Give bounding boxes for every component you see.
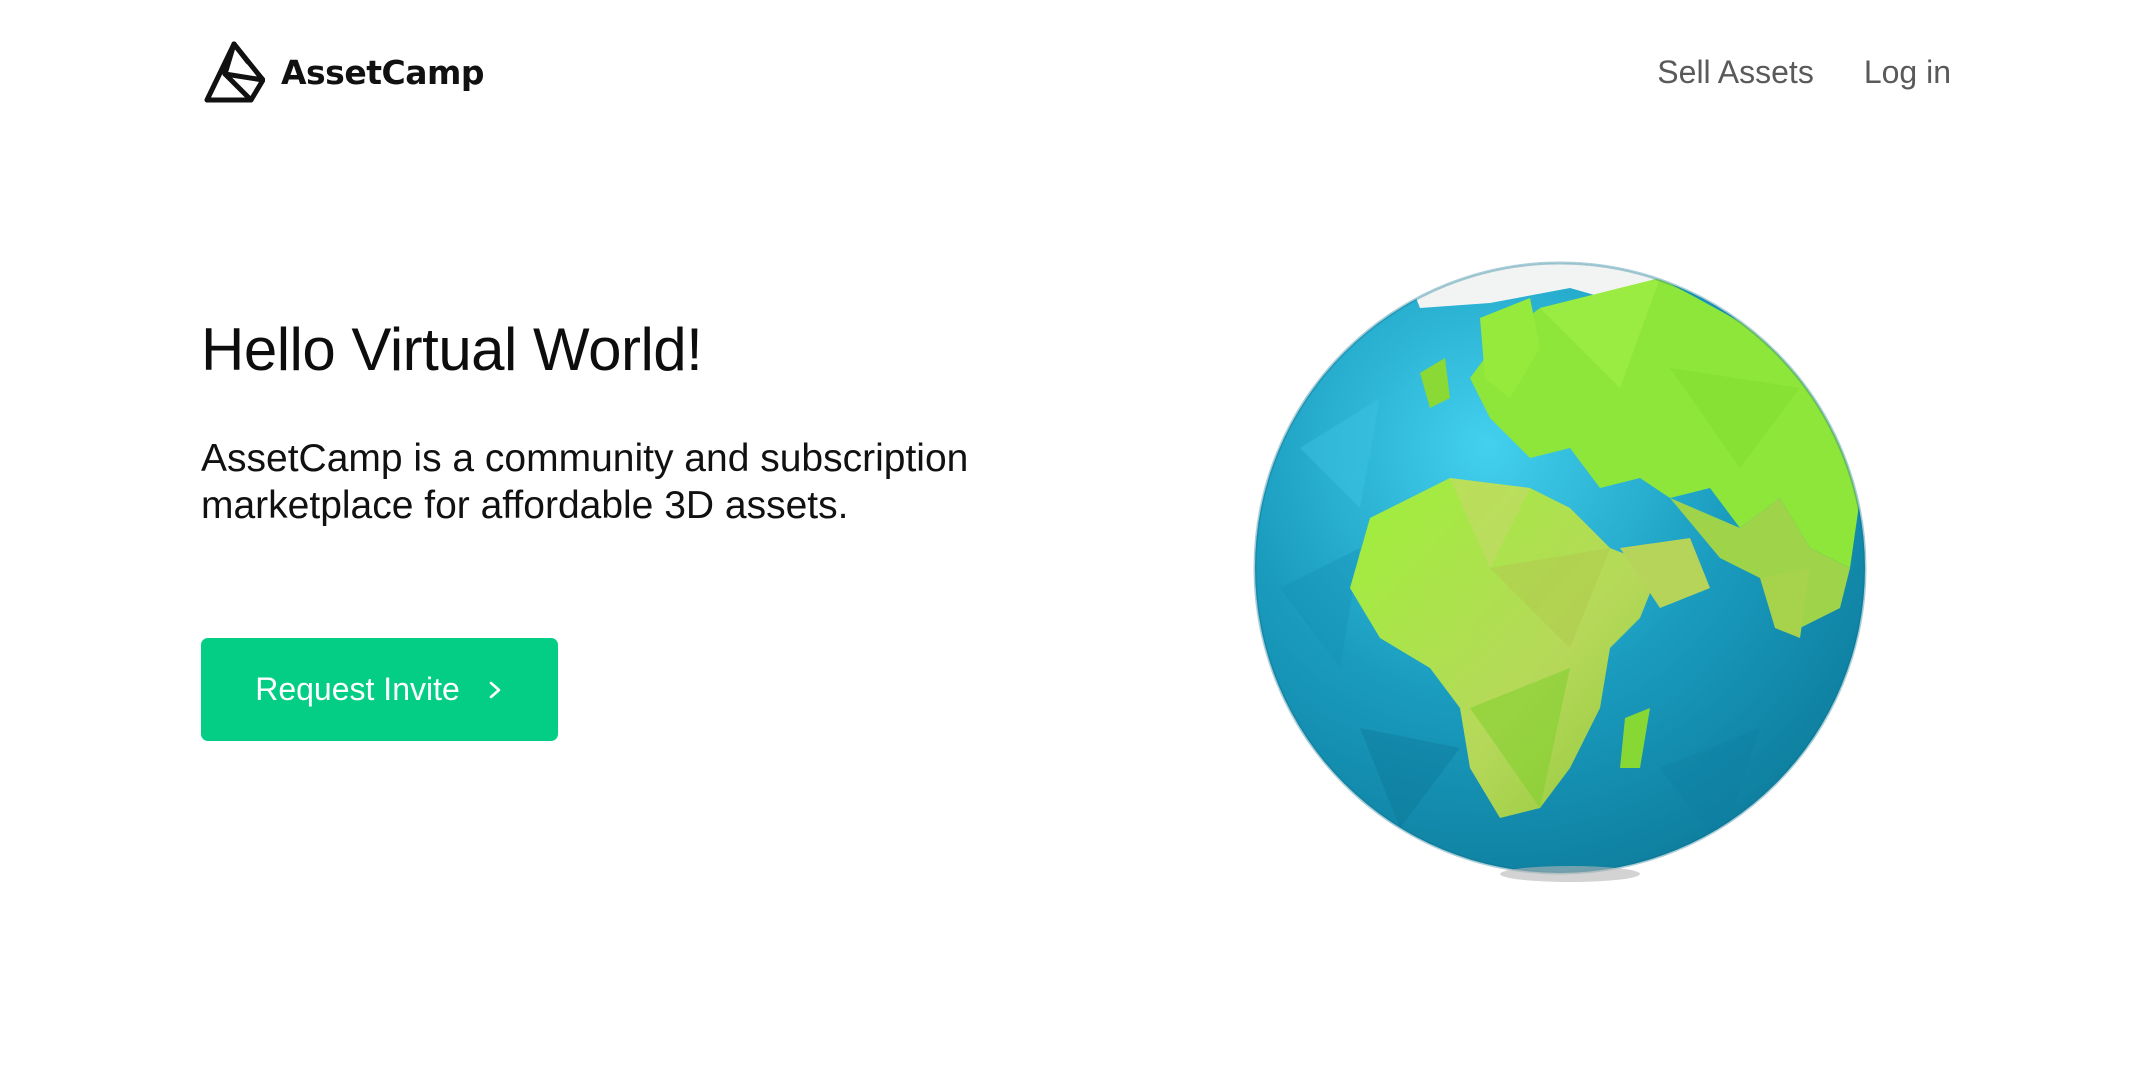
hero-subtitle-line-1: AssetCamp is a community and subscriptio… [201,437,969,480]
nav-sell-assets[interactable]: Sell Assets [1657,54,1814,91]
chevron-right-icon [489,681,501,698]
top-nav: Sell Assets Log in [1657,54,1951,91]
brand-name: AssetCamp [281,52,484,92]
hero-subtitle-line-2: marketplace for affordable 3D assets. [201,484,849,527]
nav-log-in[interactable]: Log in [1864,54,1951,91]
hero-section: Hello Virtual World! AssetCamp is a comm… [201,310,1101,529]
request-invite-button[interactable]: Request Invite [201,638,558,741]
request-invite-label: Request Invite [255,671,460,707]
hero-subtitle: AssetCamp is a community and subscriptio… [201,435,1081,529]
site-header: AssetCamp Sell Assets Log in [201,40,1951,104]
low-poly-globe-illustration [1253,261,1867,882]
brand-link[interactable]: AssetCamp [201,40,484,104]
hero-title: Hello Virtual World! [201,316,703,383]
landing-page: AssetCamp Sell Assets Log in Hello Virtu… [0,0,2134,1074]
assetcamp-logo-icon [204,41,265,103]
